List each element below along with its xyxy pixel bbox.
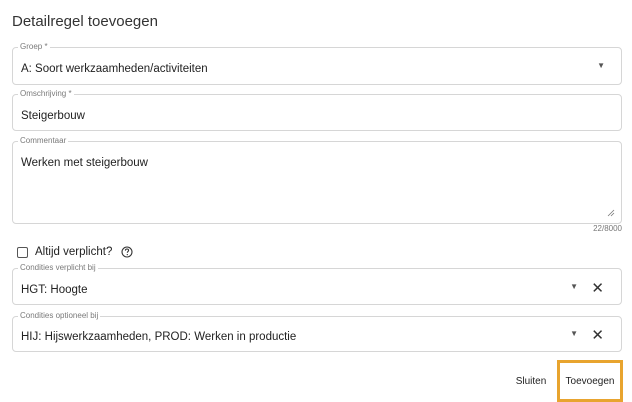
condities-optioneel-label: Condities optioneel bij bbox=[18, 311, 101, 321]
altijd-verplicht-row: Altijd verplicht? bbox=[17, 245, 133, 259]
sluiten-button[interactable]: Sluiten bbox=[510, 370, 552, 394]
question-circle-icon[interactable] bbox=[121, 246, 133, 258]
commentaar-textarea[interactable]: Commentaar Werken met steigerbouw bbox=[12, 136, 622, 224]
clear-icon[interactable]: ✕ bbox=[591, 281, 604, 296]
commentaar-value: Werken met steigerbouw bbox=[21, 157, 148, 169]
condities-optioneel-select[interactable]: Condities optioneel bij HIJ: Hijswerkzaa… bbox=[12, 311, 622, 352]
character-counter: 22/8000 bbox=[593, 224, 622, 233]
toevoegen-highlight: Toevoegen bbox=[557, 360, 623, 402]
dropdown-arrow-icon[interactable]: ▼ bbox=[570, 329, 578, 338]
condities-verplicht-value: HGT: Hoogte bbox=[21, 284, 88, 296]
omschrijving-field[interactable]: Omschrijving * Steigerbouw bbox=[12, 89, 622, 131]
dialog-title: Detailregel toevoegen bbox=[12, 13, 158, 30]
resize-handle-icon[interactable] bbox=[607, 209, 615, 217]
dropdown-arrow-icon[interactable]: ▼ bbox=[597, 61, 605, 70]
condities-optioneel-value: HIJ: Hijswerkzaamheden, PROD: Werken in … bbox=[21, 331, 297, 343]
condities-verplicht-label: Condities verplicht bij bbox=[18, 263, 98, 273]
groep-label: Groep * bbox=[18, 42, 50, 52]
groep-select[interactable]: Groep * A: Soort werkzaamheden/activitei… bbox=[12, 42, 622, 85]
altijd-verplicht-checkbox[interactable] bbox=[17, 246, 28, 258]
omschrijving-value: Steigerbouw bbox=[21, 110, 85, 122]
condities-verplicht-select[interactable]: Condities verplicht bij HGT: Hoogte ▼ ✕ bbox=[12, 263, 622, 305]
groep-value: A: Soort werkzaamheden/activiteiten bbox=[21, 63, 208, 75]
altijd-verplicht-label: Altijd verplicht? bbox=[35, 246, 113, 258]
commentaar-label: Commentaar bbox=[18, 136, 69, 146]
clear-icon[interactable]: ✕ bbox=[591, 328, 604, 343]
omschrijving-label: Omschrijving * bbox=[18, 89, 74, 99]
toevoegen-button[interactable]: Toevoegen bbox=[560, 371, 620, 393]
dropdown-arrow-icon[interactable]: ▼ bbox=[570, 282, 578, 291]
